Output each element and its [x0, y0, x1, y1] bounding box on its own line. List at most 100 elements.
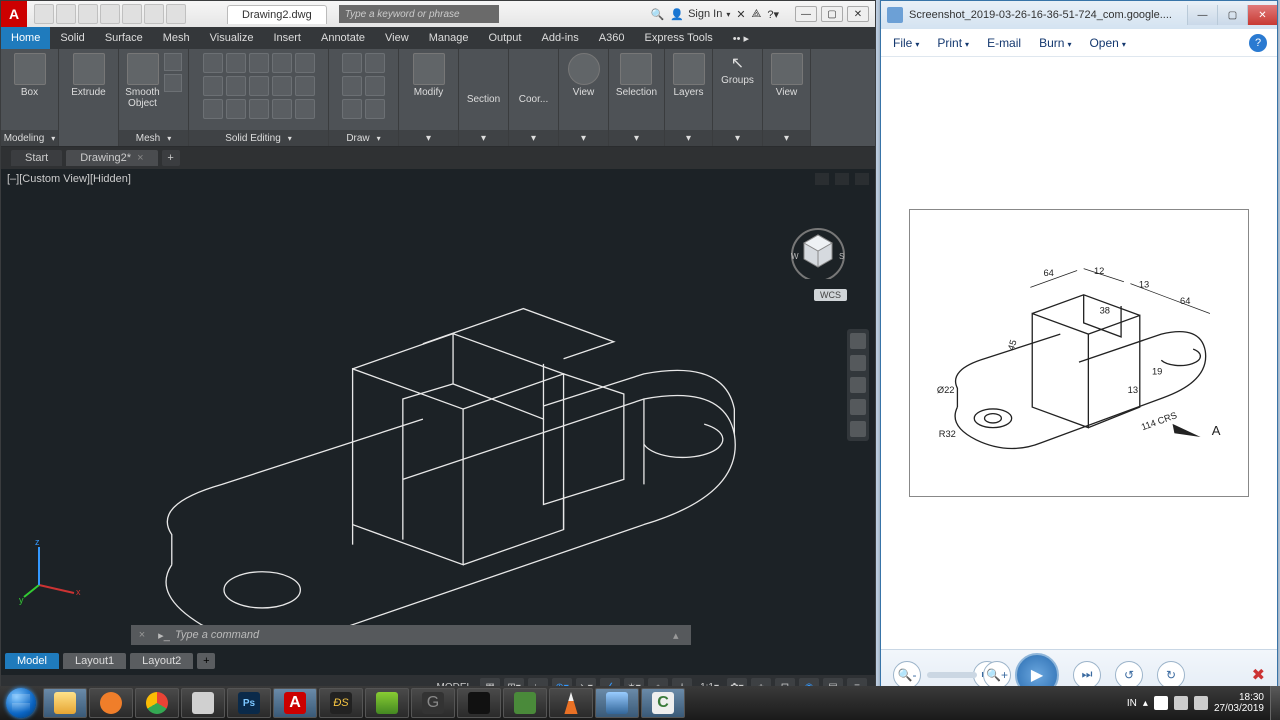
ribbon-tab-manage[interactable]: Manage — [419, 27, 479, 49]
panel-section-footer[interactable]: ▾ — [459, 130, 508, 146]
ribbon-more-icon[interactable]: •• ▸ — [723, 27, 759, 49]
se-tool-icon[interactable] — [295, 53, 315, 73]
view-footer[interactable]: ▾ — [559, 130, 608, 146]
taskbar-app1[interactable] — [181, 688, 225, 718]
ribbon-tab-a360[interactable]: A360 — [589, 27, 635, 49]
qat-plot-icon[interactable] — [122, 4, 142, 24]
ribbon-tab-visualize[interactable]: Visualize — [200, 27, 264, 49]
tray-volume-icon[interactable] — [1194, 696, 1208, 710]
layers-footer[interactable]: ▾ — [665, 130, 712, 146]
next-image-button[interactable]: ⏭ — [1073, 661, 1101, 689]
draw-tool-icon[interactable] — [342, 76, 362, 96]
se-tool-icon[interactable] — [226, 76, 246, 96]
taskbar-app2[interactable] — [365, 688, 409, 718]
nav-wheel-icon[interactable] — [850, 333, 866, 349]
taskbar-recorder[interactable]: C — [641, 688, 685, 718]
show-desktop-button[interactable] — [1270, 686, 1280, 720]
qat-save-icon[interactable] — [78, 4, 98, 24]
qat-undo-icon[interactable] — [144, 4, 164, 24]
se-tool-icon[interactable] — [249, 99, 269, 119]
panel-solidediting-label[interactable]: Solid Editing — [189, 130, 328, 146]
taskbar-autocad[interactable]: A — [273, 688, 317, 718]
selection-button[interactable]: Selection — [616, 53, 657, 98]
ribbon-tab-express[interactable]: Express Tools — [634, 27, 722, 49]
start-button[interactable] — [0, 686, 42, 720]
viewer-menu-email[interactable]: E-mail — [987, 36, 1021, 50]
viewer-menu-open[interactable]: Open — [1089, 36, 1125, 50]
ribbon-tab-mesh[interactable]: Mesh — [153, 27, 200, 49]
groups-footer[interactable]: ▾ — [713, 130, 762, 146]
se-tool-icon[interactable] — [272, 76, 292, 96]
ribbon-tab-output[interactable]: Output — [478, 27, 531, 49]
draw-tool-icon[interactable] — [342, 99, 362, 119]
smooth-object-button[interactable]: Smooth Object — [125, 53, 160, 109]
viewer-close-button[interactable]: ✕ — [1247, 5, 1277, 25]
tray-network-icon[interactable] — [1174, 696, 1188, 710]
delete-button[interactable]: ✖ — [1252, 665, 1265, 685]
rotate-cw-button[interactable]: ↻ — [1157, 661, 1185, 689]
viewer-menu-burn[interactable]: Burn — [1039, 36, 1071, 50]
zoom-in-button[interactable]: 🔍+ — [983, 661, 1011, 689]
ribbon-tab-insert[interactable]: Insert — [263, 27, 311, 49]
layout-tab-layout2[interactable]: Layout2 — [130, 653, 193, 669]
ribbon-tab-addins[interactable]: Add-ins — [531, 27, 588, 49]
view2-footer[interactable]: ▾ — [763, 130, 810, 146]
mesh-tool-icon[interactable] — [164, 53, 182, 71]
search-icon[interactable]: 🔍 — [651, 8, 665, 21]
taskbar-chrome[interactable] — [135, 688, 179, 718]
tab-close-icon[interactable]: × — [137, 152, 143, 164]
maximize-button[interactable]: ▢ — [821, 6, 843, 22]
minimize-button[interactable]: — — [795, 6, 817, 22]
wcs-label[interactable]: WCS — [814, 289, 847, 301]
taskbar-explorer[interactable] — [43, 688, 87, 718]
se-tool-icon[interactable] — [295, 76, 315, 96]
add-tab-button[interactable]: + — [162, 150, 180, 166]
taskbar-vlc[interactable] — [549, 688, 593, 718]
help-icon[interactable]: ?▾ — [767, 8, 779, 21]
layout-tab-layout1[interactable]: Layout1 — [63, 653, 126, 669]
viewport[interactable]: [–][Custom View][Hidden] — [1, 169, 875, 675]
tray-clock[interactable]: 18:30 27/03/2019 — [1214, 692, 1264, 714]
ribbon-tab-annotate[interactable]: Annotate — [311, 27, 375, 49]
taskbar-mediaplayer[interactable] — [89, 688, 133, 718]
nav-orbit-icon[interactable] — [850, 399, 866, 415]
se-tool-icon[interactable] — [203, 99, 223, 119]
se-tool-icon[interactable] — [226, 99, 246, 119]
tray-flag-icon[interactable] — [1154, 696, 1168, 710]
view2-button[interactable]: View — [771, 53, 803, 98]
layers-button[interactable]: Layers — [673, 53, 705, 98]
taskbar-app4[interactable] — [457, 688, 501, 718]
se-tool-icon[interactable] — [272, 99, 292, 119]
se-tool-icon[interactable] — [249, 53, 269, 73]
selection-footer[interactable]: ▾ — [609, 130, 664, 146]
extrude-button[interactable]: Extrude — [71, 53, 105, 98]
viewer-minimize-button[interactable]: — — [1187, 5, 1217, 25]
draw-tool-icon[interactable] — [365, 53, 385, 73]
viewer-menu-file[interactable]: File — [893, 36, 919, 50]
se-tool-icon[interactable] — [249, 76, 269, 96]
panel-mesh-label[interactable]: Mesh — [119, 130, 188, 146]
panel-coord-footer[interactable]: ▾ — [509, 130, 558, 146]
mesh-tool-icon[interactable] — [164, 74, 182, 92]
qat-redo-icon[interactable] — [166, 4, 186, 24]
help-search-input[interactable]: Type a keyword or phrase — [339, 5, 499, 23]
draw-tool-icon[interactable] — [365, 76, 385, 96]
a360-icon[interactable]: ⟁ — [752, 8, 762, 21]
nav-pan-icon[interactable] — [850, 355, 866, 371]
taskbar-catia[interactable]: ÐS — [319, 688, 363, 718]
draw-tool-icon[interactable] — [365, 99, 385, 119]
qat-open-icon[interactable] — [56, 4, 76, 24]
cmd-history-icon[interactable]: ▴ — [673, 629, 691, 642]
cmd-input[interactable]: Type a command — [175, 629, 673, 641]
ribbon-tab-home[interactable]: Home — [1, 27, 50, 49]
file-tab-start[interactable]: Start — [11, 150, 62, 166]
zoom-out-button[interactable]: 🔍- — [893, 661, 921, 689]
panel-modify-footer[interactable]: ▾ — [399, 130, 458, 146]
cmd-close-icon[interactable]: × — [131, 629, 153, 641]
viewer-maximize-button[interactable]: ▢ — [1217, 5, 1247, 25]
exchange-icon[interactable]: ✕ — [736, 8, 745, 21]
taskbar-photoshop[interactable]: Ps — [227, 688, 271, 718]
viewer-menu-print[interactable]: Print — [937, 36, 969, 50]
taskbar-app3[interactable]: G — [411, 688, 455, 718]
se-tool-icon[interactable] — [226, 53, 246, 73]
